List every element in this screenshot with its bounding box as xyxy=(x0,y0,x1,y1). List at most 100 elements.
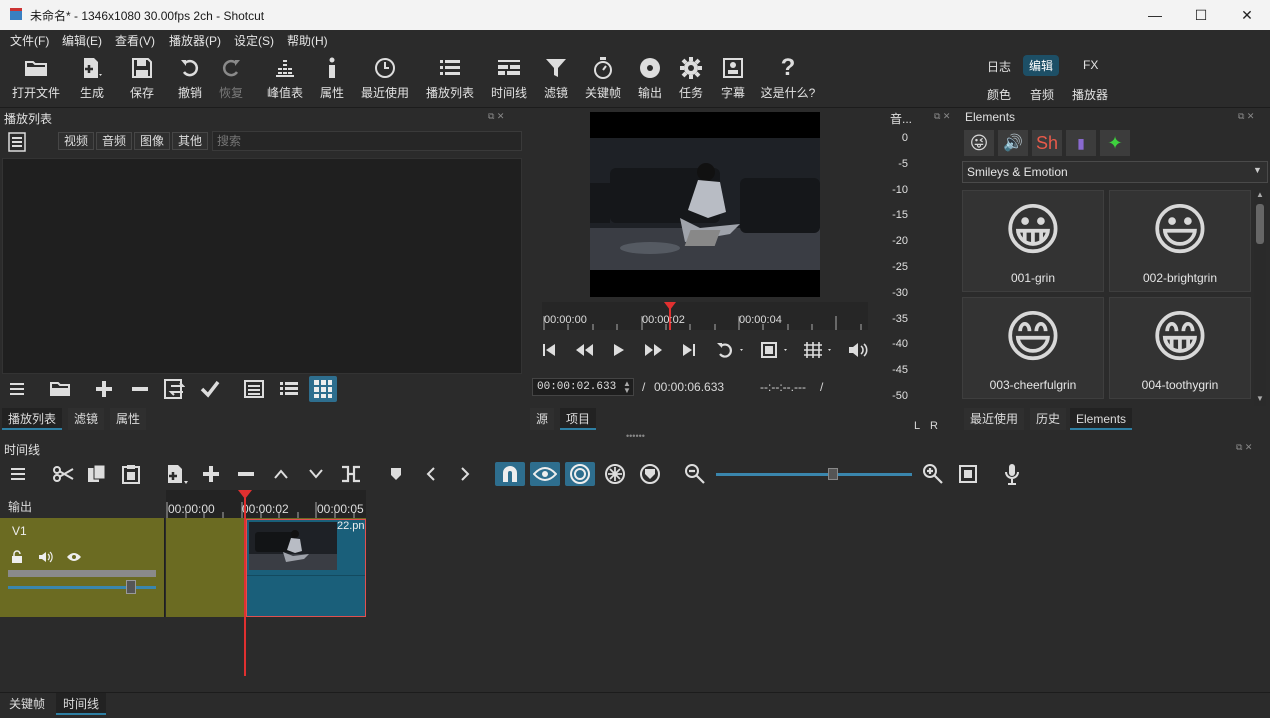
menu-file[interactable]: 文件(F) xyxy=(10,32,49,49)
menu-edit[interactable]: 编辑(E) xyxy=(62,32,102,49)
emoji-category-icon[interactable]: 😜 xyxy=(964,130,994,156)
player-ruler[interactable]: 00:00:00 00:00:02 00:00:04 xyxy=(542,302,868,330)
volume-icon[interactable] xyxy=(847,341,871,359)
tab-recent[interactable]: 最近使用 xyxy=(964,408,1025,430)
view-details-button[interactable] xyxy=(240,376,268,402)
timeline-clip[interactable]: 22.png xyxy=(246,519,366,617)
category-dropdown[interactable]: Smileys & Emotion ▼ xyxy=(962,161,1268,183)
track-header-v1[interactable]: V1 xyxy=(0,518,165,617)
filter-image[interactable]: 图像 xyxy=(134,132,170,150)
scroll-down-icon[interactable]: ▼ xyxy=(1256,394,1264,403)
tab-history[interactable]: 历史 xyxy=(1030,408,1067,430)
timeline-empty-area[interactable] xyxy=(366,490,1270,690)
add-track-button[interactable] xyxy=(196,462,226,486)
tab-filters[interactable]: 滤镜 xyxy=(68,408,105,430)
play-icon[interactable] xyxy=(612,343,626,357)
zoom-in-button[interactable] xyxy=(918,462,948,486)
loop-icon[interactable] xyxy=(716,341,746,359)
text-category-icon[interactable]: Sh xyxy=(1032,130,1062,156)
minimize-button[interactable]: — xyxy=(1132,0,1178,30)
timeline-ruler[interactable]: 00:00:00 00:00:02 00:00:05 xyxy=(166,490,366,518)
playlist-menu-button[interactable] xyxy=(4,376,32,402)
filter-video[interactable]: 视频 xyxy=(58,132,94,150)
open-file-button[interactable]: 打开文件 xyxy=(8,54,64,104)
element-card[interactable]: 😄 003-cheerfulgrin xyxy=(962,297,1104,399)
record-audio-button[interactable] xyxy=(997,462,1027,486)
layout-audio[interactable]: 音频 xyxy=(1024,84,1060,105)
playlist-remove-button[interactable] xyxy=(126,376,154,402)
playlist-dock-buttons[interactable]: ⧉ ✕ xyxy=(488,111,504,122)
layout-logs[interactable]: 日志 xyxy=(981,56,1017,77)
tab-playlist[interactable]: 播放列表 xyxy=(2,408,63,430)
ripple-markers-toggle[interactable] xyxy=(635,462,665,486)
next-marker-button[interactable] xyxy=(450,462,480,486)
element-card[interactable]: 😃 002-brightgrin xyxy=(1109,190,1251,292)
redo-button[interactable]: 恢复 xyxy=(211,54,251,104)
tab-keyframes[interactable]: 关键帧 xyxy=(2,693,52,715)
filter-audio[interactable]: 音频 xyxy=(96,132,132,150)
elements-scrollbar[interactable]: ▲ ▼ xyxy=(1254,190,1266,406)
menu-view[interactable]: 查看(V) xyxy=(115,32,155,49)
track-gain-slider[interactable] xyxy=(8,580,156,594)
close-button[interactable]: ✕ xyxy=(1224,0,1270,30)
video-preview[interactable] xyxy=(590,112,820,297)
timeline-menu-button[interactable] xyxy=(4,462,34,486)
subtitles-button[interactable]: 字幕 xyxy=(716,54,750,104)
keyframes-button[interactable]: 关键帧 xyxy=(582,54,624,104)
zoom-slider[interactable] xyxy=(716,468,912,480)
marker-button[interactable] xyxy=(381,462,411,486)
whats-this-button[interactable]: ? 这是什么? xyxy=(758,54,818,104)
remove-button[interactable] xyxy=(231,462,261,486)
filter-other[interactable]: 其他 xyxy=(172,132,208,150)
tab-properties[interactable]: 属性 xyxy=(110,408,147,430)
element-card[interactable]: 😀 001-grin xyxy=(962,190,1104,292)
jobs-button[interactable]: 任务 xyxy=(674,54,708,104)
playlist-button[interactable]: 播放列表 xyxy=(422,54,478,104)
ripple-all-toggle[interactable] xyxy=(600,462,630,486)
undo-button[interactable]: 撤销 xyxy=(170,54,210,104)
snap-toggle[interactable] xyxy=(495,462,525,486)
timeline-playhead[interactable] xyxy=(244,498,246,676)
layout-fx[interactable]: FX xyxy=(1077,56,1104,74)
menu-settings[interactable]: 设定(S) xyxy=(234,32,274,49)
layout-player[interactable]: 播放器 xyxy=(1066,84,1114,105)
rewind-icon[interactable] xyxy=(574,343,594,357)
layout-color[interactable]: 颜色 xyxy=(981,84,1017,105)
fast-forward-icon[interactable] xyxy=(644,343,664,357)
scrollbar-thumb[interactable] xyxy=(1256,204,1264,244)
zoom-out-button[interactable] xyxy=(680,462,710,486)
maximize-button[interactable]: ☐ xyxy=(1178,0,1224,30)
cut-button[interactable] xyxy=(48,462,78,486)
export-button[interactable]: 输出 xyxy=(632,54,668,104)
zoom-fit-icon[interactable] xyxy=(760,341,790,359)
prev-marker-button[interactable] xyxy=(416,462,446,486)
shape-category-icon[interactable]: ▮ xyxy=(1066,130,1096,156)
playlist-update-button[interactable] xyxy=(160,376,188,402)
skip-previous-icon[interactable] xyxy=(542,343,556,357)
copy-button[interactable] xyxy=(82,462,112,486)
playlist-search-input[interactable] xyxy=(212,131,522,151)
zoom-fit-button[interactable] xyxy=(953,462,983,486)
element-card[interactable]: 😁 004-toothygrin xyxy=(1109,297,1251,399)
playlist-list[interactable] xyxy=(2,158,522,374)
view-tiles-button[interactable] xyxy=(275,376,303,402)
peak-meter-button[interactable]: 峰值表 xyxy=(262,54,308,104)
menu-help[interactable]: 帮助(H) xyxy=(287,32,328,49)
view-icons-button[interactable] xyxy=(309,376,337,402)
tab-source[interactable]: 源 xyxy=(530,408,555,430)
generate-button[interactable]: 生成 xyxy=(70,54,114,104)
playlist-add-button[interactable] xyxy=(90,376,118,402)
position-timecode[interactable]: 00:00:02.633 ▲ ▼ xyxy=(532,378,634,396)
playlist-apply-button[interactable] xyxy=(196,376,224,402)
effects-category-icon[interactable]: ✦ xyxy=(1100,130,1130,156)
lock-icon[interactable] xyxy=(10,550,24,564)
recent-button[interactable]: 最近使用 xyxy=(358,54,412,104)
skip-next-icon[interactable] xyxy=(682,343,696,357)
track-gain-thumb[interactable] xyxy=(126,580,136,594)
tab-timeline[interactable]: 时间线 xyxy=(56,693,107,715)
playlist-menu-icon[interactable] xyxy=(8,132,26,152)
elements-dock-buttons[interactable]: ⧉ ✕ xyxy=(1238,111,1254,122)
save-button[interactable]: 保存 xyxy=(122,54,162,104)
grid-overlay-icon[interactable] xyxy=(802,341,834,359)
playlist-open-button[interactable] xyxy=(46,376,74,402)
